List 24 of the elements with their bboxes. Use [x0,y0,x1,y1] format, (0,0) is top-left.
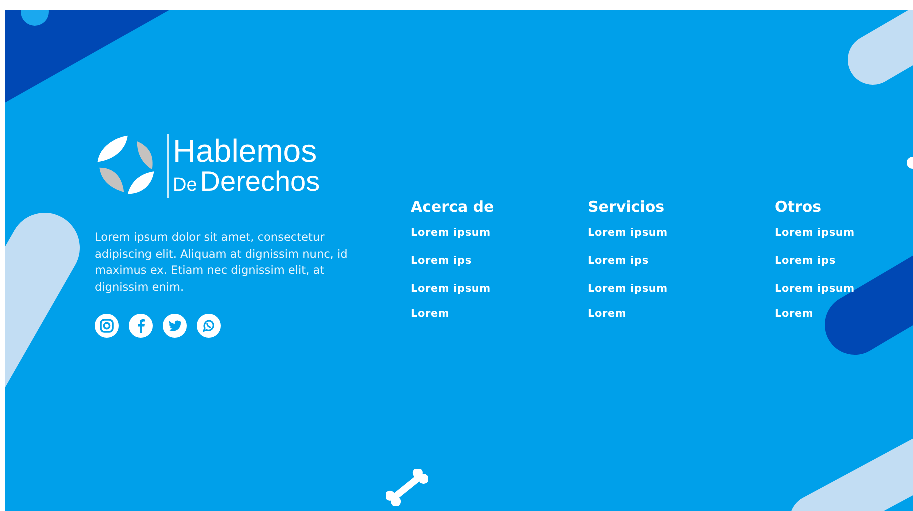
facebook-icon[interactable] [129,314,153,338]
column-heading: Servicios [588,198,666,216]
chat-bubble-icon[interactable] [197,314,221,338]
footer-link[interactable]: Lorem [411,307,450,321]
footer-link[interactable]: Lorem ips [411,254,472,268]
footer-link[interactable]: Lorem ips [775,254,836,268]
footer-link[interactable]: Lorem [588,307,627,321]
column-heading: Acerca de [411,198,496,216]
footer-link[interactable]: Lorem [775,307,814,321]
footer-link[interactable]: Lorem ipsum [775,226,855,240]
bird-icon[interactable] [163,314,187,338]
logo-subtitle: Derechos [200,167,320,197]
footer-link[interactable]: Lorem ipsum [411,226,491,240]
camera-icon[interactable] [95,314,119,338]
logo-prefix: De [173,175,198,197]
footer-link[interactable]: Lorem ipsum [588,226,668,240]
logo-title: Hablemos [173,135,318,167]
description-text: Lorem ipsum dolor sit amet, consectetur adipiscing elit. Aliquam at dignissim nunc, id maximus ex. Etiam nec dignissim elit, at dignissim enim. [95,230,349,296]
bone-icon [386,469,428,506]
footer-link[interactable]: Lorem ipsum [411,282,491,296]
footer-link[interactable]: Lorem ipsum [588,282,668,296]
footer-link[interactable]: Lorem ipsum [775,282,855,296]
column-heading: Otros [775,198,823,216]
footer-link[interactable]: Lorem ips [588,254,649,268]
